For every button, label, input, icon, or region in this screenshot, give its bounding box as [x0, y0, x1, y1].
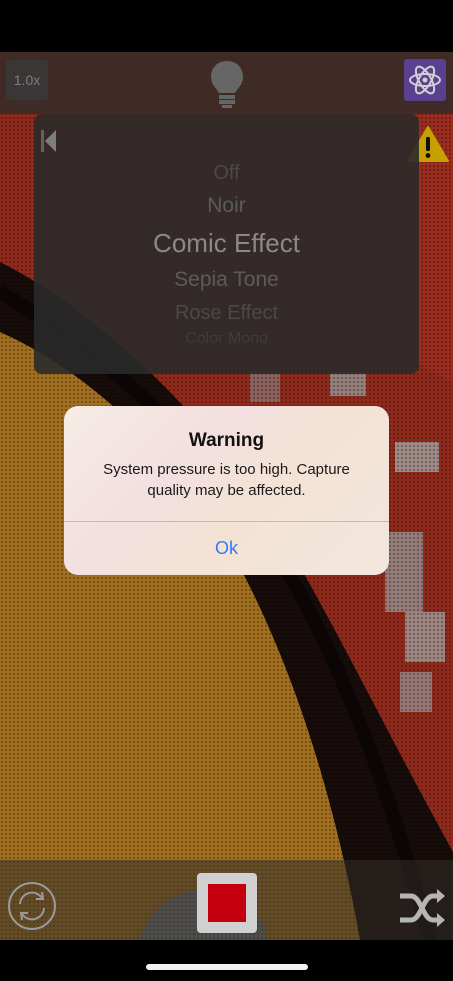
ok-button[interactable]: Ok [64, 522, 389, 575]
record-button[interactable] [197, 873, 257, 933]
camera-screen: 1.0x Off Noir Comic Effect Sepia Tone Ro… [0, 0, 453, 981]
home-indicator[interactable] [146, 964, 308, 970]
alert-message: System pressure is too high. Capture qua… [103, 461, 350, 499]
warning-alert-dialog: Warning System pressure is too high. Cap… [64, 406, 389, 575]
switch-camera-icon[interactable] [6, 880, 58, 932]
alert-title: Warning [188, 430, 265, 451]
shuffle-icon[interactable] [397, 886, 447, 930]
record-stop-icon [208, 884, 246, 922]
